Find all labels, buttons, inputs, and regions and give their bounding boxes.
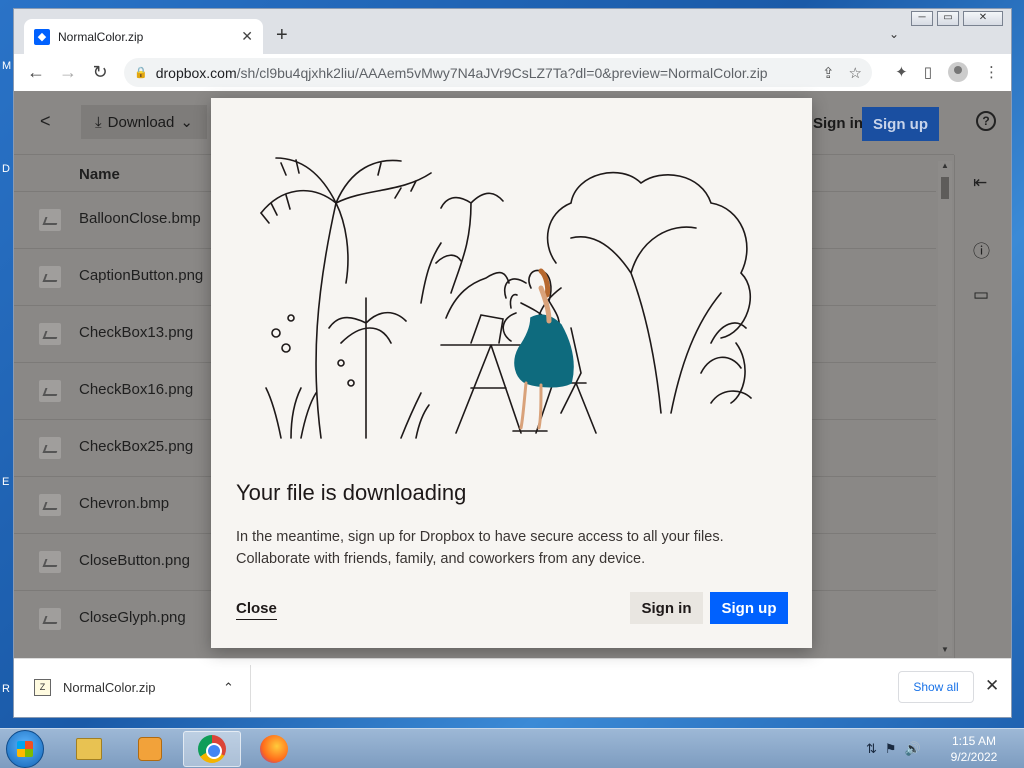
taskbar-media-player[interactable] xyxy=(121,731,179,767)
lock-icon: 🔒 xyxy=(134,67,148,79)
scroll-down-arrow-icon[interactable]: ▼ xyxy=(941,645,949,654)
volume-icon[interactable]: 🔊 xyxy=(905,741,921,757)
desktop-icon-label: M xyxy=(2,60,12,72)
file-name: CloseButton.png xyxy=(79,552,190,569)
collapse-panel-icon[interactable]: ⇤ xyxy=(973,173,987,193)
download-modal: Your file is downloading In the meantime… xyxy=(211,98,812,648)
divider xyxy=(250,665,251,712)
taskbar-explorer[interactable] xyxy=(60,731,118,767)
download-button[interactable]: ⤓ Download ⌄ xyxy=(81,105,207,139)
modal-body-text: In the meantime, sign up for Dropbox to … xyxy=(236,529,724,567)
download-bar: Z NormalColor.zip ⌃ Show all ✕ xyxy=(14,658,1011,717)
url-host: dropbox.com xyxy=(155,64,237,81)
window-controls: ─ ▭ ✕ xyxy=(911,11,1003,26)
download-bar-close-icon[interactable]: ✕ xyxy=(985,676,999,696)
image-file-icon xyxy=(39,266,61,288)
file-name: CheckBox16.png xyxy=(79,381,194,398)
column-header-name[interactable]: Name xyxy=(79,166,120,183)
comment-icon[interactable]: ▭ xyxy=(973,285,989,305)
minimize-button[interactable]: ─ xyxy=(911,11,933,26)
file-name: CloseGlyph.png xyxy=(79,609,186,626)
taskbar-firefox[interactable] xyxy=(245,731,303,767)
right-rail: ⇤ ⓘ ▭ xyxy=(954,155,1011,658)
desktop-icon-label: R xyxy=(2,683,10,695)
extensions-icon[interactable]: ✦ xyxy=(895,63,908,81)
maximize-button[interactable]: ▭ xyxy=(937,11,959,26)
forward-button[interactable]: → xyxy=(52,62,84,83)
desktop-icon-label: D xyxy=(2,163,10,175)
profile-avatar-icon[interactable] xyxy=(948,62,968,82)
side-panel-icon[interactable]: ▯ xyxy=(924,63,932,81)
image-file-icon xyxy=(39,380,61,402)
back-chevron-icon[interactable]: < xyxy=(40,111,51,132)
action-center-flag-icon[interactable]: ⚑ xyxy=(885,741,897,757)
clock-time: 1:15 AM xyxy=(951,734,997,748)
file-name: CheckBox25.png xyxy=(79,438,194,455)
clock-date: 9/2/2022 xyxy=(950,750,998,764)
image-file-icon xyxy=(39,494,61,516)
scrollbar[interactable]: ▲ ▼ xyxy=(938,161,952,656)
header-signup-button[interactable]: Sign up xyxy=(862,107,939,141)
taskbar: ⇅ ⚑ 🔊 1:15 AM 9/2/2022 xyxy=(0,728,1024,768)
file-name: BalloonClose.bmp xyxy=(79,210,201,227)
tab-search-button[interactable]: ⌄ xyxy=(889,27,899,41)
address-bar[interactable]: 🔒 dropbox.com/sh/cl9bu4qjxhk2liu/AAAem5v… xyxy=(124,58,872,87)
browser-tab[interactable]: ◆ NormalColor.zip ✕ xyxy=(24,19,263,54)
download-label: Download xyxy=(107,113,175,131)
browser-toolbar: ← → ↻ 🔒 dropbox.com/sh/cl9bu4qjxhk2liu/A… xyxy=(14,54,1011,91)
woman-at-cafe-table-illustration xyxy=(260,157,752,439)
image-file-icon xyxy=(39,209,61,231)
menu-icon[interactable]: ⋮ xyxy=(984,63,999,81)
share-icon[interactable]: ⇪ xyxy=(822,64,835,82)
chrome-icon xyxy=(198,735,226,763)
scroll-up-arrow-icon[interactable]: ▲ xyxy=(941,161,949,170)
network-icon[interactable]: ⇅ xyxy=(866,741,877,757)
folder-icon xyxy=(76,738,102,760)
help-icon[interactable]: ? xyxy=(976,111,996,131)
clock[interactable]: 1:15 AM 9/2/2022 xyxy=(944,733,1004,765)
info-icon[interactable]: ⓘ xyxy=(973,237,990,262)
download-icon: ⤓ xyxy=(95,113,102,131)
url-text: dropbox.com/sh/cl9bu4qjxhk2liu/AAAem5vMw… xyxy=(156,65,822,81)
scroll-thumb[interactable] xyxy=(941,177,949,199)
zip-file-icon: Z xyxy=(34,679,51,696)
back-button[interactable]: ← xyxy=(20,62,52,83)
system-tray: ⇅ ⚑ 🔊 xyxy=(866,741,921,757)
download-caret-icon: ⌄ xyxy=(180,114,193,131)
modal-title: Your file is downloading xyxy=(236,480,467,505)
modal-signup-button[interactable]: Sign up xyxy=(710,592,788,624)
bookmark-star-icon[interactable]: ☆ xyxy=(849,64,862,82)
download-filename: NormalColor.zip xyxy=(63,680,156,695)
tab-title: NormalColor.zip xyxy=(58,29,144,44)
image-file-icon xyxy=(39,551,61,573)
image-file-icon xyxy=(39,323,61,345)
image-file-icon xyxy=(39,437,61,459)
dropbox-favicon-icon: ◆ xyxy=(34,28,50,45)
header-signin-button[interactable]: Sign in xyxy=(813,115,863,132)
modal-signin-button[interactable]: Sign in xyxy=(630,592,703,624)
modal-close-button[interactable]: Close xyxy=(236,600,277,620)
download-options-chevron-icon[interactable]: ⌃ xyxy=(223,680,234,696)
file-name: Chevron.bmp xyxy=(79,495,170,512)
image-file-icon xyxy=(39,608,61,630)
close-window-button[interactable]: ✕ xyxy=(963,11,1003,26)
show-all-button[interactable]: Show all xyxy=(898,671,974,703)
taskbar-chrome[interactable] xyxy=(183,731,241,767)
reload-button[interactable]: ↻ xyxy=(84,62,116,83)
url-path: /sh/cl9bu4qjxhk2liu/AAAem5vMwy7N4aJVr9Cs… xyxy=(236,64,768,81)
media-player-icon xyxy=(138,737,162,761)
file-name: CheckBox13.png xyxy=(79,324,194,341)
file-name: CaptionButton.png xyxy=(79,267,204,284)
desktop-icon-label: E xyxy=(2,476,10,488)
tab-close-icon[interactable]: ✕ xyxy=(241,28,253,45)
new-tab-button[interactable]: + xyxy=(276,24,288,47)
download-item[interactable]: Z NormalColor.zip ⌃ xyxy=(34,679,234,696)
start-button[interactable] xyxy=(6,730,44,768)
firefox-icon xyxy=(260,735,288,763)
